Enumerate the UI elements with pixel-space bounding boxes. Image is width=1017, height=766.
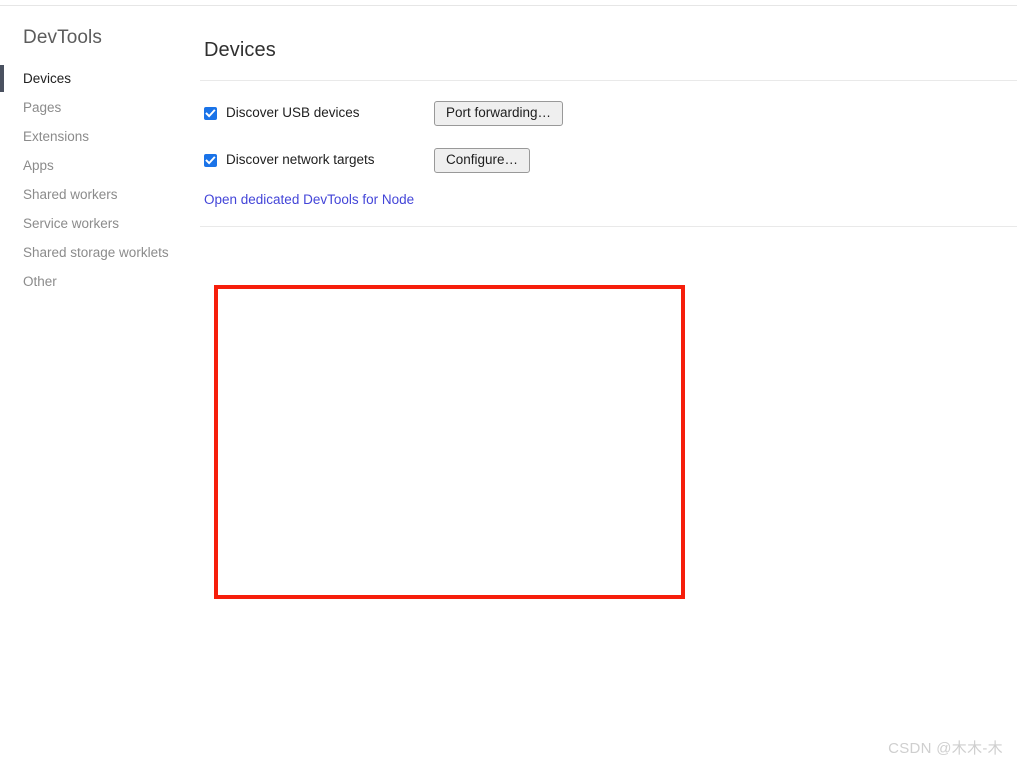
discover-network-targets-checkbox-group[interactable]: Discover network targets xyxy=(204,152,434,168)
main-panel: Devices Discover USB devices Port forwar… xyxy=(200,6,1017,766)
sidebar-item-label: Shared storage worklets xyxy=(23,245,169,260)
configure-button[interactable]: Configure… xyxy=(434,147,531,173)
discover-usb-devices-checkbox-group[interactable]: Discover USB devices xyxy=(204,105,434,121)
csdn-watermark: CSDN @木木-木 xyxy=(888,740,1003,757)
sidebar-title: DevTools xyxy=(23,27,102,48)
sidebar-item-devices[interactable]: Devices xyxy=(0,64,200,93)
sidebar-item-extensions[interactable]: Extensions xyxy=(0,122,200,151)
checkbox-checked-icon[interactable] xyxy=(204,153,217,167)
device-discovery-settings: Discover USB devices Port forwarding… Di… xyxy=(200,81,1017,209)
open-dedicated-devtools-for-node-link[interactable]: Open dedicated DevTools for Node xyxy=(204,192,414,207)
sidebar-item-shared-workers[interactable]: Shared workers xyxy=(0,180,200,209)
sidebar: DevTools Devices Pages Extensions Apps S… xyxy=(0,6,200,296)
sidebar-nav-list: Devices Pages Extensions Apps Shared wor… xyxy=(0,64,200,296)
sidebar-item-service-workers[interactable]: Service workers xyxy=(0,209,200,238)
sidebar-item-label: Service workers xyxy=(23,216,120,231)
sidebar-item-pages[interactable]: Pages xyxy=(0,93,200,122)
discover-usb-devices-label: Discover USB devices xyxy=(226,105,360,121)
sidebar-item-other[interactable]: Other xyxy=(0,267,200,296)
sidebar-item-label: Devices xyxy=(23,71,72,86)
sidebar-item-label: Other xyxy=(23,274,57,289)
page-title: Devices xyxy=(204,39,276,62)
sidebar-item-label: Pages xyxy=(23,100,62,115)
sidebar-item-apps[interactable]: Apps xyxy=(0,151,200,180)
discover-network-targets-label: Discover network targets xyxy=(226,152,375,168)
devtools-inspect-devices-page: DevTools Devices Pages Extensions Apps S… xyxy=(0,6,1017,766)
sidebar-item-label: Apps xyxy=(23,158,54,173)
sidebar-item-label: Extensions xyxy=(23,129,90,144)
discover-usb-devices-row: Discover USB devices Port forwarding… xyxy=(200,97,1017,129)
sidebar-item-shared-storage-worklets[interactable]: Shared storage worklets xyxy=(0,238,200,267)
node-devtools-link-row: Open dedicated DevTools for Node xyxy=(200,191,1017,209)
divider-under-settings xyxy=(200,226,1017,228)
sidebar-item-label: Shared workers xyxy=(23,187,118,202)
discover-network-targets-row: Discover network targets Configure… xyxy=(200,144,1017,176)
port-forwarding-button[interactable]: Port forwarding… xyxy=(434,100,564,126)
checkbox-checked-icon[interactable] xyxy=(204,106,217,120)
